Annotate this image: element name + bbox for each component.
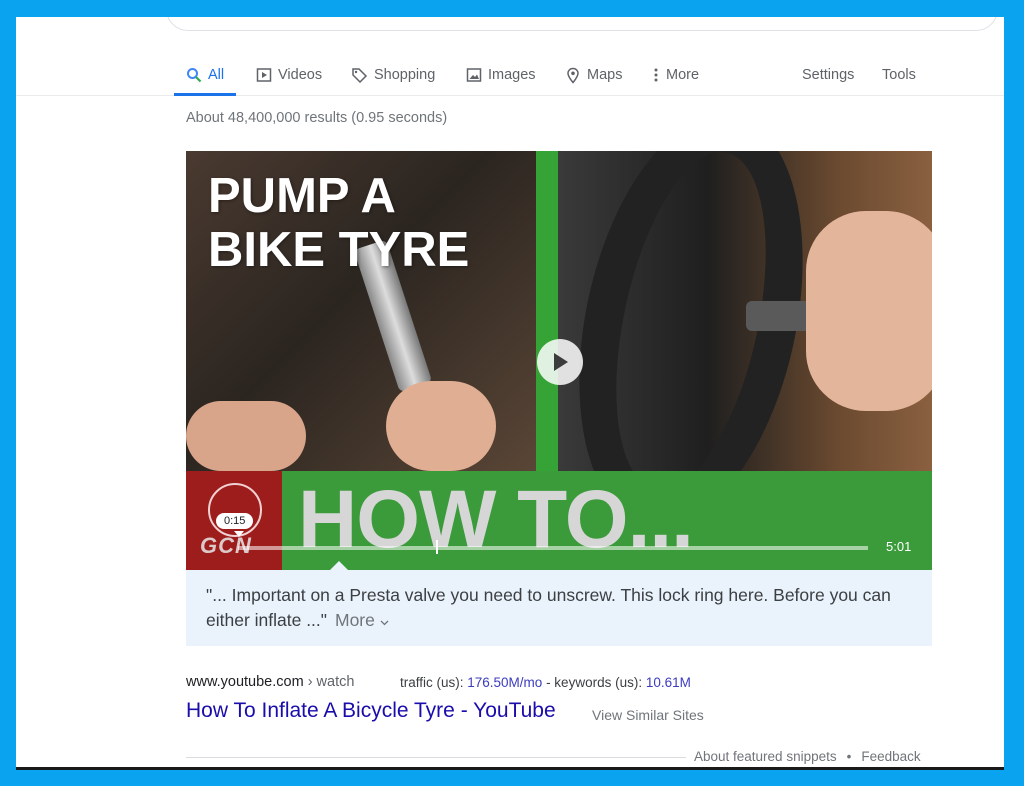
play-icon: [554, 353, 568, 371]
timestamp-bubble[interactable]: 0:15: [216, 513, 254, 529]
more-label: More: [335, 610, 375, 630]
snippet-text: "... Important on a Presta valve you nee…: [206, 585, 891, 630]
search-box[interactable]: [166, 17, 998, 31]
tab-label: Images: [488, 67, 536, 83]
tag-icon: [352, 68, 368, 83]
tab-label: More: [666, 67, 700, 83]
video-player[interactable]: PUMP A BIKE TYRE GCN HOW TO... 0:15 5:01: [186, 151, 932, 570]
tab-more[interactable]: More: [652, 55, 699, 95]
result-stats: About 48,400,000 results (0.95 seconds): [186, 110, 448, 126]
image-icon: [466, 68, 482, 82]
window-bottom-border: [16, 767, 1004, 770]
more-button[interactable]: More: [335, 610, 389, 630]
snippet-footer: About featured snippets • Feedback: [694, 749, 921, 764]
browser-content: All Videos Shopping Images Maps More Set…: [16, 17, 1004, 767]
play-button[interactable]: [537, 339, 583, 385]
tools-label: Tools: [882, 67, 916, 83]
hand-shape: [186, 401, 306, 471]
tab-videos[interactable]: Videos: [256, 55, 322, 95]
tab-label: Shopping: [374, 67, 436, 83]
tab-all[interactable]: All: [173, 55, 237, 96]
feedback-link[interactable]: Feedback: [861, 749, 920, 764]
transcript-snippet: "... Important on a Presta valve you nee…: [186, 570, 932, 646]
tab-label: Maps: [587, 67, 623, 83]
settings-link[interactable]: Settings: [802, 55, 854, 95]
view-similar-sites-link[interactable]: View Similar Sites: [592, 707, 704, 723]
traffic-label: traffic (us):: [400, 675, 468, 690]
hand-shape: [806, 211, 932, 411]
video-duration: 5:01: [886, 539, 912, 554]
thumbnail-title-line: PUMP A: [208, 169, 396, 223]
keywords-label: - keywords (us):: [542, 675, 646, 690]
separator-dot: •: [846, 749, 852, 764]
timestamp-marker[interactable]: [436, 540, 438, 554]
thumbnail-divider: [536, 151, 558, 471]
tab-label: Videos: [278, 67, 323, 83]
thumbnail-title: PUMP A BIKE TYRE: [208, 169, 469, 277]
thumbnail-title-line: BIKE TYRE: [208, 223, 470, 277]
hand-shape: [386, 381, 496, 471]
tab-shopping[interactable]: Shopping: [351, 55, 435, 95]
search-nav-tabs: All Videos Shopping Images Maps More Set…: [16, 55, 1004, 96]
timestamp-bubble-tail: [234, 531, 244, 537]
tab-maps[interactable]: Maps: [565, 55, 622, 95]
search-icon: [187, 68, 202, 83]
play-box-icon: [256, 68, 272, 82]
thumbnail-banner-text: HOW TO...: [298, 474, 694, 565]
tab-label: All: [208, 67, 225, 83]
settings-label: Settings: [802, 67, 855, 83]
tools-link[interactable]: Tools: [882, 55, 916, 95]
chevron-down-icon: [380, 620, 389, 626]
tab-images[interactable]: Images: [466, 55, 536, 95]
result-breadcrumb: › watch: [303, 674, 355, 690]
keywords-value[interactable]: 10.61M: [646, 675, 691, 690]
result-url[interactable]: www.youtube.com › watch: [186, 674, 354, 690]
about-featured-snippets-link[interactable]: About featured snippets: [694, 749, 837, 764]
result-title-link[interactable]: How To Inflate A Bicycle Tyre - YouTube: [186, 699, 556, 723]
traffic-value[interactable]: 176.50M/mo: [467, 675, 542, 690]
dots-vertical-icon: [654, 68, 658, 82]
result-site: www.youtube.com: [186, 674, 304, 690]
video-progress-bar[interactable]: [238, 546, 868, 550]
caption-pointer: [330, 561, 348, 570]
map-pin-icon: [567, 67, 579, 84]
traffic-info: traffic (us): 176.50M/mo - keywords (us)…: [400, 675, 691, 690]
divider: [186, 757, 686, 758]
